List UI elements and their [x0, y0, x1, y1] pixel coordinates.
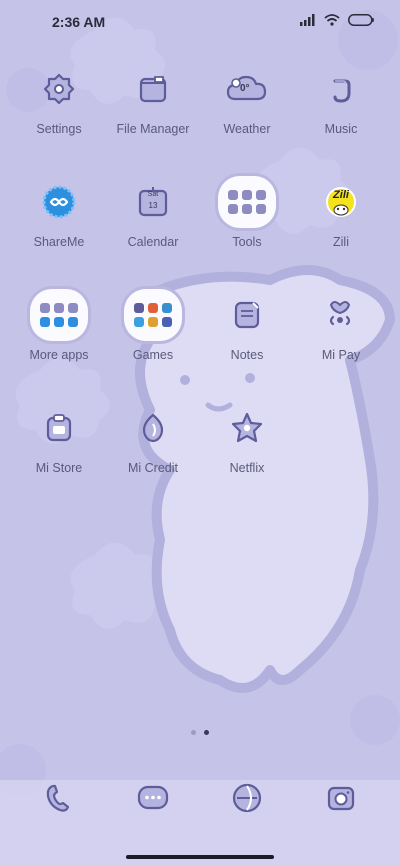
- app-file-manager[interactable]: File Manager: [103, 60, 203, 136]
- mini-app-icon: [148, 317, 158, 327]
- camera-icon: [327, 786, 355, 811]
- app-label: Netflix: [229, 461, 265, 475]
- mini-app-icon: [148, 303, 158, 313]
- app-label: ShareMe: [33, 235, 85, 249]
- app-label: Music: [324, 122, 358, 136]
- mini-app-icon: [54, 317, 64, 327]
- wifi-icon: [324, 14, 340, 26]
- mini-app-icon: [54, 303, 64, 313]
- app-notes[interactable]: Notes: [197, 286, 297, 362]
- app-shareme[interactable]: ShareMe: [9, 173, 109, 249]
- app-weather[interactable]: 0° Weather: [197, 60, 297, 136]
- mini-app-icon: [256, 204, 266, 214]
- folder-icon: [124, 60, 182, 118]
- more-apps-folder-icon: [30, 286, 88, 344]
- app-zili[interactable]: Zili Zili: [291, 173, 391, 249]
- app-label: Notes: [230, 348, 264, 362]
- app-mi-credit[interactable]: Mi Credit: [103, 399, 203, 475]
- shareme-icon: [30, 173, 88, 231]
- mini-app-icon: [256, 190, 266, 200]
- store-icon: [30, 399, 88, 457]
- mini-app-icon: [68, 317, 78, 327]
- music-icon: [312, 60, 370, 118]
- status-clock: 2:36 AM: [52, 14, 106, 30]
- dock-messages[interactable]: [131, 776, 175, 820]
- zili-logo-text: Zili: [333, 189, 349, 201]
- status-icons: [300, 14, 374, 26]
- app-label: More apps: [29, 348, 89, 362]
- mini-app-icon: [228, 190, 238, 200]
- calendar-day: Sat: [147, 191, 159, 198]
- app-label: Mi Pay: [321, 348, 361, 362]
- app-label: File Manager: [116, 122, 190, 136]
- phone-icon: [46, 784, 70, 812]
- app-calendar[interactable]: Sat 13 Calendar: [103, 173, 203, 249]
- tools-folder-icon: [218, 173, 276, 231]
- mini-app-icon: [242, 204, 252, 214]
- mini-app-icon: [242, 190, 252, 200]
- app-label: Calendar: [127, 235, 179, 249]
- app-label: Games: [132, 348, 174, 362]
- dock-phone[interactable]: [37, 776, 81, 820]
- app-mi-pay[interactable]: Mi Pay: [291, 286, 391, 362]
- cloud-icon: 0°: [218, 60, 276, 118]
- weather-temp: 0°: [240, 83, 250, 94]
- settings-icon: [30, 60, 88, 118]
- folder-tools[interactable]: Tools: [197, 173, 297, 249]
- app-label: Tools: [232, 235, 262, 249]
- app-label: Zili: [333, 235, 349, 249]
- dock-camera[interactable]: [319, 776, 363, 820]
- messages-icon: [137, 785, 169, 810]
- app-mi-store[interactable]: Mi Store: [9, 399, 109, 475]
- calendar-icon: Sat 13: [124, 173, 182, 231]
- mini-app-icon: [68, 303, 78, 313]
- dock: [0, 770, 400, 826]
- dock-browser[interactable]: [225, 776, 269, 820]
- app-label: Mi Store: [35, 461, 83, 475]
- zili-icon: Zili: [312, 173, 370, 231]
- page-dot-active[interactable]: [204, 730, 209, 735]
- calendar-date: 13: [148, 201, 158, 210]
- mini-app-icon: [134, 317, 144, 327]
- credit-icon: [124, 399, 182, 457]
- star-flower-icon: [218, 399, 276, 457]
- home-indicator[interactable]: [126, 855, 274, 859]
- notes-icon: [218, 286, 276, 344]
- folder-more-apps[interactable]: More apps: [9, 286, 109, 362]
- signal-icon: [300, 14, 315, 26]
- mini-app-icon: [162, 317, 172, 327]
- mini-app-icon: [134, 303, 144, 313]
- mini-app-icon: [228, 204, 238, 214]
- page-indicator: [0, 730, 400, 735]
- mini-app-icon: [162, 303, 172, 313]
- mipay-icon: [312, 286, 370, 344]
- games-folder-icon: [124, 286, 182, 344]
- page-dot[interactable]: [191, 730, 196, 735]
- app-label: Settings: [36, 122, 82, 136]
- app-settings[interactable]: Settings: [9, 60, 109, 136]
- app-label: Weather: [223, 122, 271, 136]
- mini-app-icon: [40, 317, 50, 327]
- browser-icon: [232, 783, 262, 813]
- status-bar: 2:36 AM: [0, 0, 400, 44]
- app-music[interactable]: Music: [291, 60, 391, 136]
- app-netflix[interactable]: Netflix: [197, 399, 297, 475]
- battery-icon: [348, 14, 374, 26]
- app-label: Mi Credit: [127, 461, 178, 475]
- folder-games[interactable]: Games: [103, 286, 203, 362]
- mini-app-icon: [40, 303, 50, 313]
